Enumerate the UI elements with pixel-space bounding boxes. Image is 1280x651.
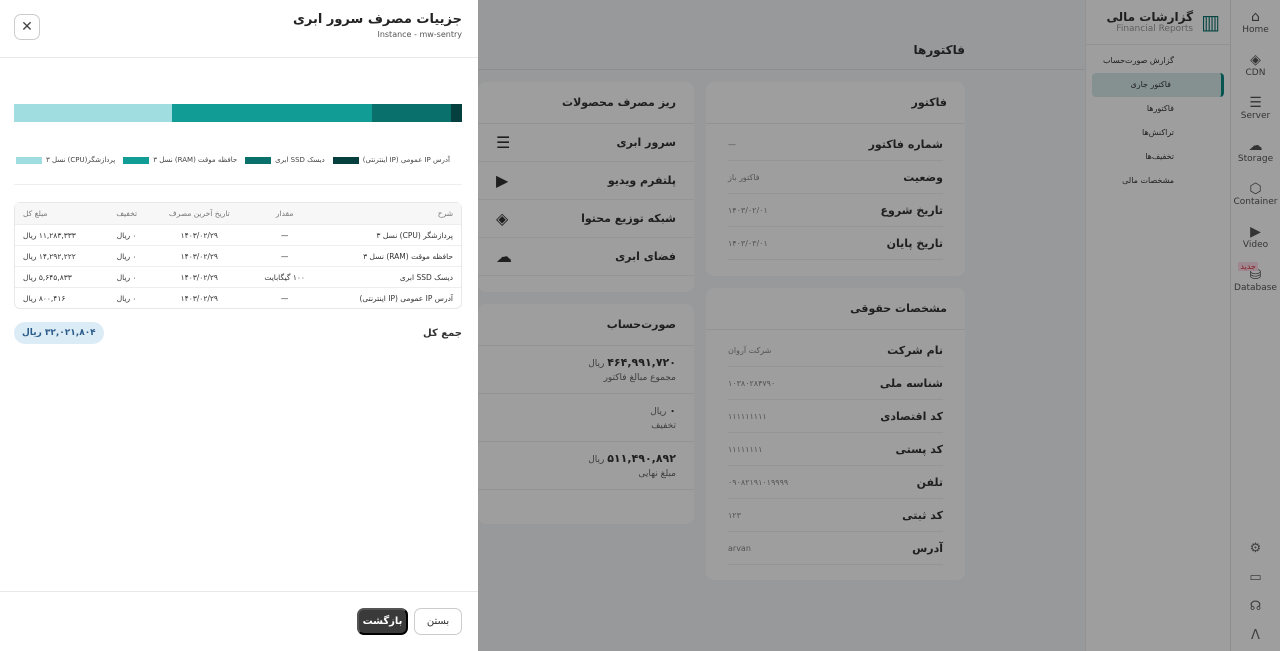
table-cell: — [248, 245, 321, 266]
table-cell: ۰ ریال [103, 266, 151, 287]
column-header: تخفیف [103, 203, 151, 224]
stacked-bar-segment [171, 104, 372, 122]
table-cell: پردازشگر (CPU) نسل ۳ [320, 224, 461, 245]
close-icon: ✕ [21, 19, 33, 35]
legend-item: پردازشگر(CPU) نسل ۳ [15, 156, 116, 164]
column-header: مقدار [248, 203, 321, 224]
table-cell: دیسک SSD ابری [320, 266, 461, 287]
legend-label: دیسک SSD ابری [275, 156, 325, 164]
usage-stacked-bar [14, 104, 462, 122]
stacked-bar-segment [371, 104, 451, 122]
table-cell: آدرس IP عمومی (IP اینترنتی) [320, 287, 461, 308]
table-row: آدرس IP عمومی (IP اینترنتی) —۱۴۰۳/۰۲/۲۹ ۰ … [15, 287, 461, 308]
table-cell: ۰ ریال [103, 224, 151, 245]
column-header: تاریخ آخرین مصرف [150, 203, 249, 224]
drawer-title: جزییات مصرف سرور ابری [293, 12, 462, 27]
legend-swatch [15, 156, 42, 164]
table-cell: حافظه موقت (RAM) نسل ۳ [320, 245, 461, 266]
legend-label: آدرس IP عمومی (IP اینترنتی) [362, 156, 450, 164]
legend-swatch [123, 156, 150, 164]
column-header: مبلغ کل [15, 203, 104, 224]
table-cell: ۱۴,۲۹۲,۲۲۲ ریال [15, 245, 104, 266]
table-cell: ۱۰۰ گیگابایت [248, 266, 321, 287]
table-cell: ۱۴۰۳/۰۲/۲۹ [150, 224, 249, 245]
total-value: ۳۲,۰۲۱,۸۰۴ ریال [14, 322, 104, 344]
table-cell: ۵,۶۴۵,۸۳۳ ریال [15, 266, 104, 287]
stacked-bar-segment [450, 104, 462, 122]
table-cell: ۱۴۰۳/۰۲/۲۹ [150, 245, 249, 266]
close-button[interactable]: ✕ [14, 14, 40, 40]
legend-item: آدرس IP عمومی (IP اینترنتی) [332, 156, 450, 164]
table-cell: ۸۰۰,۴۱۶ ریال [15, 287, 104, 308]
legend-label: پردازشگر(CPU) نسل ۳ [45, 156, 116, 164]
usage-legend: آدرس IP عمومی (IP اینترنتی) دیسک SSD ابری… [15, 156, 450, 164]
table-row: حافظه موقت (RAM) نسل ۳—۱۴۰۳/۰۲/۲۹ ۰ ریال ۱… [15, 245, 461, 266]
drawer-subtitle: Instance - mw-sentry [377, 30, 462, 39]
table-cell: — [248, 224, 321, 245]
legend-swatch [245, 156, 272, 164]
stacked-bar-segment [14, 104, 172, 122]
usage-details-drawer: جزییات مصرف سرور ابری Instance - mw-sent… [0, 0, 478, 651]
table-cell: ۱۴۰۳/۰۲/۲۹ [150, 287, 249, 308]
legend-swatch [332, 156, 359, 164]
legend-item: دیسک SSD ابری [245, 156, 325, 164]
close-footer-button[interactable]: بستن [414, 608, 462, 635]
table-cell: ۰ ریال [103, 287, 151, 308]
table-cell: ۰ ریال [103, 245, 151, 266]
total-label: جمع کل [423, 328, 462, 339]
table-cell: — [248, 287, 321, 308]
column-header: شرح [320, 203, 461, 224]
back-button[interactable]: بازگشت [357, 608, 408, 635]
legend-item: حافظه موقت (RAM) نسل ۳ [123, 156, 237, 164]
usage-table: شرح مقدار تاریخ آخرین مصرف تخفیف مبلغ کل پرد… [14, 202, 462, 309]
table-cell: ۱۱,۲۸۳,۳۳۳ ریال [15, 224, 104, 245]
legend-label: حافظه موقت (RAM) نسل ۳ [153, 156, 238, 164]
divider [14, 184, 462, 185]
table-row: پردازشگر (CPU) نسل ۳—۱۴۰۳/۰۲/۲۹ ۰ ریال ۱۱,… [15, 224, 461, 245]
table-cell: ۱۴۰۳/۰۲/۲۹ [150, 266, 249, 287]
table-row: دیسک SSD ابری ۱۰۰ گیگابایت ۱۴۰۳/۰۲/۲۹ ۰ ریا… [15, 266, 461, 287]
